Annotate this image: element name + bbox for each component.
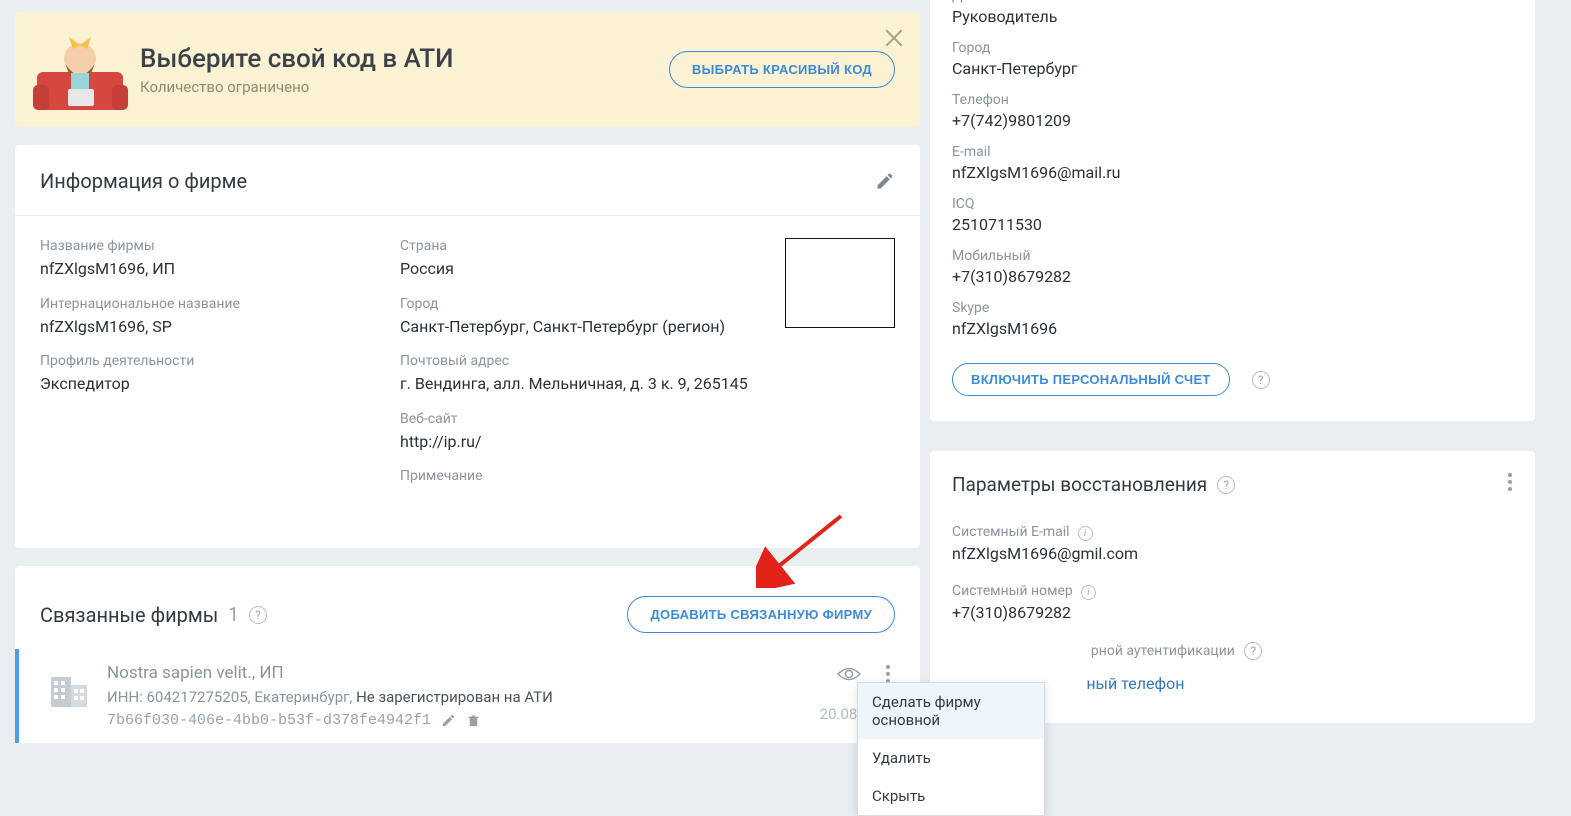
skype-label: Skype	[952, 300, 1513, 316]
firm-profile-value: Экспедитор	[40, 373, 400, 395]
contact-city-label: Город	[952, 40, 1513, 56]
more-icon[interactable]	[1501, 471, 1517, 493]
website-value: http://ip.ru/	[400, 431, 760, 453]
menu-delete[interactable]: Удалить	[858, 739, 1044, 777]
trash-icon[interactable]	[466, 713, 481, 728]
help-icon[interactable]: ?	[249, 606, 267, 624]
promo-banner: Выберите свой код в АТИ Количество огран…	[15, 12, 920, 127]
country-value: Россия	[400, 258, 760, 280]
mobile-value: +7(310)8679282	[952, 267, 1513, 286]
menu-hide[interactable]: Скрыть	[858, 777, 1044, 815]
firm-name-label: Название фирмы	[40, 238, 400, 254]
help-icon[interactable]: ?	[1252, 371, 1270, 389]
phone-value: +7(742)9801209	[952, 111, 1513, 130]
related-firm-name: Nostra sapien velit., ИП	[107, 663, 820, 683]
icq-label: ICQ	[952, 196, 1513, 212]
help-icon[interactable]: ?	[1244, 642, 1262, 660]
contact-city-value: Санкт-Петербург	[952, 59, 1513, 78]
personal-account-button[interactable]: ВКЛЮЧИТЬ ПЕРСОНАЛЬНЫЙ СЧЕТ	[952, 363, 1230, 396]
twofa-label: Включить двухфакторной аутентификации ?	[952, 642, 1513, 660]
note-label: Примечание	[400, 468, 760, 484]
promo-subtitle: Количество ограничено	[140, 78, 669, 96]
contact-card: Должность Руководитель Город Санкт-Петер…	[930, 0, 1535, 421]
firm-intl-value: nfZXlgsM1696, SP	[40, 316, 400, 338]
sys-num-value: +7(310)8679282	[952, 603, 1513, 622]
info-icon[interactable]: i	[1078, 526, 1093, 541]
postal-value: г. Вендинга, алл. Мельничная, д. 3 к. 9,…	[400, 373, 760, 395]
related-title: Связанные фирмы	[40, 603, 218, 627]
sys-num-label: Системный номерi	[952, 583, 1513, 600]
city-value: Санкт-Петербург, Санкт-Петербург (регион…	[400, 316, 760, 338]
pencil-icon[interactable]	[875, 171, 895, 191]
firm-info-title: Информация о фирме	[40, 169, 247, 193]
sys-email-label: Системный E-maili	[952, 524, 1513, 541]
position-label: Должность	[952, 0, 1513, 4]
position-value: Руководитель	[952, 7, 1513, 26]
pencil-icon[interactable]	[441, 713, 456, 728]
menu-make-main[interactable]: Сделать фирму основной	[858, 683, 1044, 739]
building-icon	[51, 673, 87, 707]
related-count: 1	[228, 603, 239, 626]
phone-label: Телефон	[952, 92, 1513, 108]
eye-icon[interactable]	[837, 666, 861, 682]
firm-name-value: nfZXlgsM1696, ИП	[40, 258, 400, 280]
related-firm-details: ИНН: 604217275205, Екатеринбург, Не заре…	[107, 688, 820, 706]
related-firms-card: Связанные фирмы 1 ? ДОБАВИТЬ СВЯЗАННУЮ Ф…	[15, 566, 920, 743]
recovery-title: Параметры восстановления	[952, 473, 1207, 496]
website-label: Веб-сайт	[400, 411, 760, 427]
email-value: nfZXlgsM1696@mail.ru	[952, 163, 1513, 182]
firm-info-card: Информация о фирме Название фирмы nfZXlg…	[15, 145, 920, 548]
country-label: Страна	[400, 238, 760, 254]
email-label: E-mail	[952, 144, 1513, 160]
sys-email-value: nfZXlgsM1696@gmil.com	[952, 544, 1513, 563]
related-firm-item: Nostra sapien velit., ИП ИНН: 6042172752…	[15, 649, 920, 743]
add-related-firm-button[interactable]: ДОБАВИТЬ СВЯЗАННУЮ ФИРМУ	[627, 596, 895, 633]
firm-profile-label: Профиль деятельности	[40, 353, 400, 369]
city-label: Город	[400, 296, 760, 312]
mobile-label: Мобильный	[952, 248, 1513, 264]
help-icon[interactable]: ?	[1217, 476, 1235, 494]
promo-illustration	[30, 27, 130, 112]
info-icon[interactable]: i	[1081, 585, 1096, 600]
context-menu: Сделать фирму основной Удалить Скрыть	[857, 682, 1045, 816]
close-icon[interactable]	[883, 27, 905, 49]
firm-intl-label: Интернациональное название	[40, 296, 400, 312]
choose-code-button[interactable]: ВЫБРАТЬ КРАСИВЫЙ КОД	[669, 51, 895, 88]
icq-value: 2510711530	[952, 215, 1513, 234]
promo-title: Выберите свой код в АТИ	[140, 44, 669, 74]
related-firm-hash: 7b66f030-406e-4bb0-b53f-d378fe4942f1	[107, 712, 431, 729]
postal-label: Почтовый адрес	[400, 353, 760, 369]
skype-value: nfZXlgsM1696	[952, 319, 1513, 338]
firm-image-placeholder	[785, 238, 895, 328]
